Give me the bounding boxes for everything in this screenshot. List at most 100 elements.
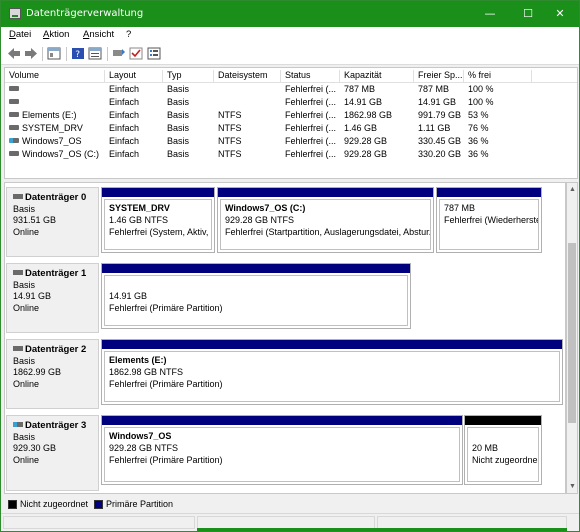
partition-size: 929.28 GB NTFS: [109, 443, 179, 453]
column-header-freier-speicher[interactable]: Freier Sp...: [414, 70, 464, 83]
list-icon[interactable]: [147, 47, 161, 60]
volume-row[interactable]: Elements (E:) Einfach Basis NTFS Fehlerf…: [5, 109, 577, 122]
console-tree-icon[interactable]: [47, 47, 61, 60]
drive-icon: [9, 99, 19, 105]
volume-percent-free: 76 %: [468, 123, 489, 133]
volume-percent-free: 100 %: [468, 84, 494, 94]
partition-size: 929.28 GB NTFS: [225, 215, 295, 225]
partition[interactable]: Elements (E:) 1862.98 GB NTFS Fehlerfrei…: [101, 339, 563, 405]
disk-2: Datenträger 2 Basis 1862.99 GB Online El…: [5, 339, 565, 409]
partition-name: Windows7_OS: [109, 431, 172, 441]
scroll-down-icon[interactable]: ▼: [569, 483, 576, 490]
status-accent: [197, 528, 567, 531]
window-title: Datenträgerverwaltung: [26, 8, 144, 19]
volume-layout: Einfach: [109, 123, 140, 133]
os-drive-icon: [13, 421, 23, 427]
menu-datei[interactable]: Datei: [9, 29, 31, 40]
drive-icon: [13, 269, 23, 275]
legend-primary-partition: Primäre Partition: [106, 499, 174, 509]
menu-aktion[interactable]: Aktion: [43, 29, 69, 40]
volume-row[interactable]: Einfach Basis Fehlerfrei (... 14.91 GB 1…: [5, 96, 577, 109]
title-bar[interactable]: Datenträgerverwaltung — ☐ ✕: [1, 1, 579, 27]
volume-row[interactable]: Windows7_OS (C:) Einfach Basis NTFS Fehl…: [5, 148, 577, 161]
unallocated-partition[interactable]: 20 MB Nicht zugeordne: [464, 415, 542, 485]
disk-0: Datenträger 0 Basis 931.51 GB Online SYS…: [5, 187, 565, 257]
minimize-button[interactable]: —: [471, 1, 509, 27]
column-header-kapazitaet[interactable]: Kapazität: [340, 70, 414, 83]
partition[interactable]: SYSTEM_DRV 1.46 GB NTFS Fehlerfrei (Syst…: [101, 187, 215, 253]
drive-icon: [9, 151, 19, 157]
rescan-icon[interactable]: [112, 47, 126, 60]
partition-size: 20 MB: [472, 443, 499, 453]
column-header-status[interactable]: Status: [281, 70, 340, 83]
primary-partition-bar: [437, 188, 541, 197]
volume-list[interactable]: Volume Layout Typ Dateisystem Status Kap…: [4, 67, 578, 179]
unallocated-swatch: [8, 500, 17, 509]
menu-help[interactable]: ?: [126, 29, 131, 40]
disk-size: 1862.99 GB: [13, 367, 62, 377]
disk-state: Online: [13, 226, 40, 237]
column-header-volume[interactable]: Volume: [5, 70, 105, 83]
primary-partition-bar: [102, 416, 462, 425]
volume-row[interactable]: Windows7_OS Einfach Basis NTFS Fehlerfre…: [5, 135, 577, 148]
disk-label[interactable]: Datenträger 3 Basis 929.30 GB Online: [6, 415, 99, 491]
partition-status: Fehlerfrei (Primäre Partition): [109, 455, 223, 465]
volume-row[interactable]: Einfach Basis Fehlerfrei (... 787 MB 787…: [5, 83, 577, 96]
volume-capacity: 1862.98 GB: [344, 110, 393, 120]
column-header-typ[interactable]: Typ: [163, 70, 214, 83]
volume-percent-free: 36 %: [468, 136, 489, 146]
partition-status: Fehlerfrei (Wiederherste: [444, 215, 539, 225]
disk-size: 929.30 GB: [13, 443, 57, 453]
volume-status: Fehlerfrei (...: [285, 149, 337, 159]
disk-label[interactable]: Datenträger 0 Basis 931.51 GB Online: [6, 187, 99, 257]
volume-name: SYSTEM_DRV: [22, 123, 83, 133]
help-icon[interactable]: ?: [71, 47, 85, 60]
drive-icon: [13, 193, 23, 199]
column-header-prozent-frei[interactable]: % frei: [464, 70, 532, 83]
primary-partition-bar: [102, 188, 214, 197]
disk-management-window: Datenträgerverwaltung — ☐ ✕ Datei Aktion…: [0, 0, 580, 532]
volume-free-space: 1.11 GB: [418, 123, 451, 133]
forward-icon[interactable]: [24, 47, 38, 60]
drive-icon: [13, 345, 23, 351]
status-cell: [3, 516, 195, 529]
close-button[interactable]: ✕: [541, 1, 579, 27]
menu-ansicht[interactable]: Ansicht: [83, 29, 114, 40]
primary-partition-bar: [102, 340, 562, 349]
disk-label[interactable]: Datenträger 1 Basis 14.91 GB Online: [6, 263, 99, 333]
partition-name: SYSTEM_DRV: [109, 203, 170, 213]
disk-type: Basis: [13, 203, 36, 214]
partition[interactable]: 14.91 GB Fehlerfrei (Primäre Partition): [101, 263, 411, 329]
vertical-scrollbar[interactable]: ▲ ▼: [566, 182, 578, 494]
properties-icon[interactable]: [88, 47, 102, 60]
back-icon[interactable]: [7, 47, 21, 60]
disk-type: Basis: [13, 431, 36, 442]
volume-name: Elements (E:): [22, 110, 77, 120]
volume-row[interactable]: SYSTEM_DRV Einfach Basis NTFS Fehlerfrei…: [5, 122, 577, 135]
column-header-layout[interactable]: Layout: [105, 70, 163, 83]
disk-graphical-view[interactable]: Datenträger 0 Basis 931.51 GB Online SYS…: [4, 182, 566, 494]
partition-size: 1.46 GB NTFS: [109, 215, 169, 225]
partition-size: 14.91 GB: [109, 291, 148, 301]
drive-icon: [9, 125, 19, 131]
scrollbar-thumb[interactable]: [568, 243, 576, 423]
toolbar: ?: [1, 43, 579, 65]
volume-status: Fehlerfrei (...: [285, 97, 337, 107]
volume-layout: Einfach: [109, 110, 140, 120]
volume-type: Basis: [167, 97, 190, 107]
partition[interactable]: Windows7_OS 929.28 GB NTFS Fehlerfrei (P…: [101, 415, 463, 485]
partition-size: 787 MB: [444, 203, 476, 213]
scroll-up-icon[interactable]: ▲: [569, 186, 576, 193]
volume-layout: Einfach: [109, 136, 140, 146]
disk-3: Datenträger 3 Basis 929.30 GB Online Win…: [5, 415, 565, 491]
partition[interactable]: 787 MB Fehlerfrei (Wiederherste: [436, 187, 542, 253]
volume-status: Fehlerfrei (...: [285, 110, 337, 120]
legend: Nicht zugeordnet Primäre Partition: [4, 496, 578, 512]
disk-label[interactable]: Datenträger 2 Basis 1862.99 GB Online: [6, 339, 99, 409]
column-header-dateisystem[interactable]: Dateisystem: [214, 70, 281, 83]
check-icon[interactable]: [129, 47, 143, 60]
partition[interactable]: Windows7_OS (C:) 929.28 GB NTFS Fehlerfr…: [217, 187, 434, 253]
primary-partition-swatch: [94, 500, 103, 509]
drive-icon: [9, 86, 19, 92]
volume-free-space: 787 MB: [418, 84, 450, 94]
